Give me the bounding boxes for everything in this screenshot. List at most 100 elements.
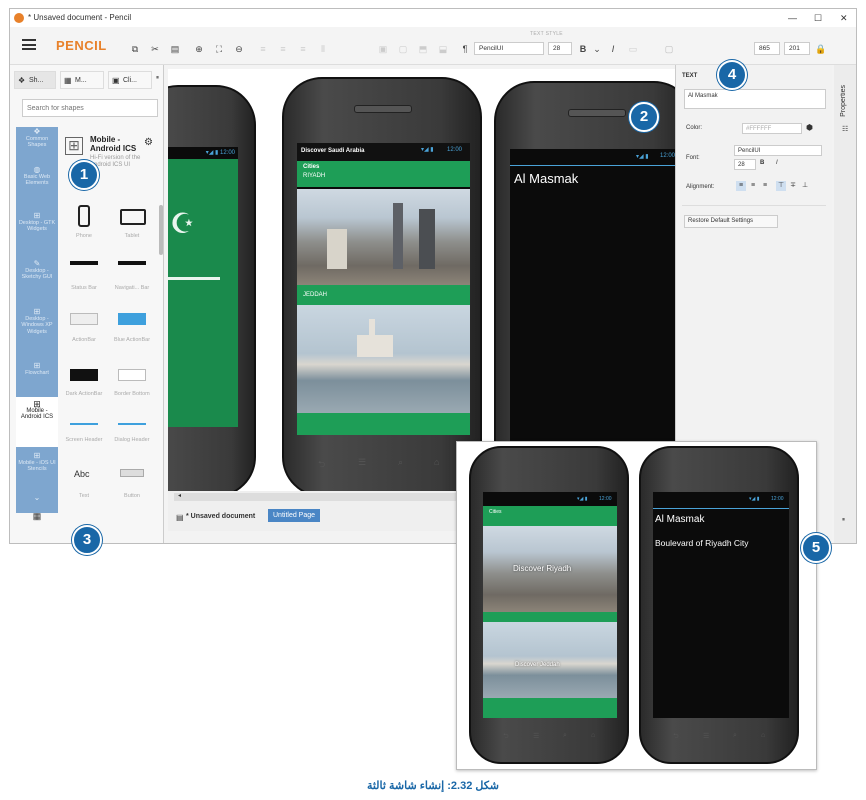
shapes-scrollbar[interactable] — [159, 205, 163, 255]
text-shape-icon[interactable]: Abc — [74, 469, 90, 479]
status-bar-shape-label: Status Bar — [71, 285, 97, 291]
x-input[interactable]: 865 — [754, 42, 780, 55]
category-android-ics[interactable]: ⊞ Mobile - Android ICS — [16, 397, 58, 447]
scroll-down-icon[interactable]: ⌄ — [16, 494, 58, 502]
status-bar-shape-icon[interactable] — [70, 261, 98, 265]
zoom-in-icon[interactable]: ⊕ — [192, 43, 206, 55]
phone-shape-icon[interactable] — [78, 205, 90, 227]
border-icon[interactable]: ▢ — [662, 43, 676, 55]
phone3-text-al-masmak[interactable]: Al Masmak — [514, 171, 578, 186]
screen-header-shape-label: Screen Header — [65, 437, 103, 443]
app-icon — [14, 13, 24, 23]
collapse-icon[interactable]: ⏸ — [842, 517, 845, 524]
category-windows-xp[interactable]: ⊞ Desktop - Windows XP Widgets — [16, 308, 58, 335]
tab-shapes[interactable]: ❖ Sh... — [14, 71, 56, 89]
close-button[interactable]: ✕ — [840, 9, 848, 27]
color-input[interactable]: #FFFFFF — [742, 123, 802, 134]
phone2-speaker — [354, 105, 412, 113]
align-left-icon[interactable]: ≡ — [256, 43, 270, 55]
color-label: Color: — [686, 125, 703, 131]
tablet-shape-icon[interactable] — [120, 209, 146, 225]
color-swatch-icon[interactable]: ▭ — [626, 43, 640, 55]
fit-icon[interactable]: ⛶ — [212, 43, 226, 55]
send-back-icon[interactable]: ⬓ — [436, 43, 450, 55]
hamburger-icon[interactable] — [22, 39, 36, 50]
grid-menu-icon[interactable]: ▦ — [16, 512, 58, 527]
valign-middle-toggle-icon[interactable]: ∓ — [788, 181, 798, 191]
font-size-input-panel[interactable]: 28 — [734, 159, 756, 170]
shapes-panel: ❖ Sh... ▦ M... ▣ Cli... ⏸ ❖Common Shapes… — [10, 65, 164, 543]
align-right-toggle-icon[interactable]: ≡ — [760, 181, 770, 191]
border-bottom-shape-icon[interactable] — [118, 369, 146, 381]
panel-toggle-icon[interactable]: ⏸ — [156, 75, 159, 82]
ungroup-icon[interactable]: ▢ — [396, 43, 410, 55]
blue-actionbar-shape-icon[interactable] — [118, 313, 146, 325]
dialog-header-shape-icon[interactable] — [118, 423, 146, 425]
phone2-city1-label: RIYADH — [303, 173, 326, 179]
nav-bar-shape-icon[interactable] — [118, 261, 146, 265]
zoom-out-icon[interactable]: ⊖ — [232, 43, 246, 55]
valign-top-toggle-icon[interactable]: ⊤ — [776, 181, 786, 191]
text-tool-icon[interactable]: ¶ — [458, 43, 472, 55]
document-icon: ▤ — [176, 513, 184, 522]
shapes-grid: Phone Tablet Status Bar Navigati... Bar … — [64, 203, 158, 533]
italic-toggle-icon[interactable]: I — [776, 160, 778, 166]
align-center-icon[interactable]: ≡ — [276, 43, 290, 55]
distribute-icon[interactable]: ⫴ — [316, 43, 330, 55]
color-picker-icon[interactable]: ⬢ — [806, 123, 813, 132]
dropdown-icon[interactable]: ⌄ — [590, 43, 604, 55]
phone-frame-3[interactable]: ▾◢ ▮ 12:00 Al Masmak — [494, 81, 676, 491]
minimize-button[interactable]: — — [788, 9, 797, 27]
bold-toggle-icon[interactable]: B — [760, 160, 764, 166]
drawing-canvas[interactable]: ☪ ▾◢ ▮ 12:00 Discover Saudi Arabia ▾◢ ▮ … — [168, 69, 676, 491]
font-size-input[interactable]: 28 — [548, 42, 572, 55]
overlay-a-divider-bar — [483, 612, 617, 622]
phone-frame-1[interactable]: ☪ ▾◢ ▮ 12:00 — [168, 85, 256, 491]
phone2-section-label: Cities — [303, 164, 320, 170]
maximize-button[interactable]: ☐ — [814, 9, 822, 27]
button-shape-icon[interactable] — [120, 469, 144, 477]
category-ios[interactable]: ⊞ Mobile - iOS UI Stencils — [16, 452, 58, 473]
category-flowchart[interactable]: ⊞ Flowchart — [16, 362, 58, 376]
y-input[interactable]: 201 — [784, 42, 810, 55]
align-center-toggle-icon[interactable]: ≡ — [748, 181, 758, 191]
phone1-screen: ☪ ▾◢ ▮ 12:00 — [168, 147, 238, 427]
dark-actionbar-shape-icon[interactable] — [70, 369, 98, 381]
category-sketchy[interactable]: ✎ Desktop - Sketchy GUI — [16, 260, 58, 281]
text-value-input[interactable]: Al Masmak — [684, 89, 826, 109]
phone3-signal-icon: ▾◢ ▮ — [636, 154, 649, 160]
category-basic-web[interactable]: ◍ Basic Web Elements — [16, 166, 58, 187]
category-list: ❖ Common Shapes ◍ Basic Web Elements ⊞ Desk… — [16, 127, 58, 527]
bring-front-icon[interactable]: ⬒ — [416, 43, 430, 55]
screen-header-shape-icon[interactable] — [70, 423, 98, 425]
category-common-shapes[interactable]: ❖ Common Shapes — [16, 128, 58, 149]
restore-default-button[interactable]: Restore Default Settings — [684, 215, 778, 228]
category-gtk[interactable]: ⊞ Desktop - GTK Widgets — [16, 212, 58, 233]
bold-icon[interactable]: B — [576, 43, 590, 55]
window-title: * Unsaved document - Pencil — [28, 13, 132, 22]
group-icon[interactable]: ▣ — [376, 43, 390, 55]
lock-icon[interactable]: 🔒 — [814, 43, 828, 55]
paste-icon[interactable]: ▤ — [168, 43, 182, 55]
valign-bottom-toggle-icon[interactable]: ⊥ — [800, 181, 810, 191]
align-left-toggle-icon[interactable]: ≡ — [736, 181, 746, 191]
settings-gear-icon[interactable]: ⚙ — [144, 137, 153, 148]
font-family-select[interactable]: PencilUI — [734, 145, 822, 156]
tab-my-collections[interactable]: ▦ M... — [60, 71, 104, 89]
search-input[interactable] — [22, 99, 158, 117]
tower-shape — [419, 209, 435, 269]
cut-icon[interactable]: ✂ — [148, 43, 162, 55]
riyadh-photo — [297, 189, 470, 285]
actionbar-shape-icon[interactable] — [70, 313, 98, 325]
page-tab[interactable]: Untitled Page — [268, 509, 321, 522]
italic-icon[interactable]: I — [606, 43, 620, 55]
phone-frame-2[interactable]: Discover Saudi Arabia ▾◢ ▮ 12:00 Cities … — [282, 77, 482, 491]
properties-tab[interactable]: Properties — [840, 85, 847, 117]
scroll-left-icon[interactable]: ◂ — [178, 492, 181, 499]
tab-clipart[interactable]: ▣ Cli... — [108, 71, 152, 89]
align-right-icon[interactable]: ≡ — [296, 43, 310, 55]
overlay-b-time: 12:00 — [771, 496, 784, 502]
font-select[interactable]: PencilUI — [474, 42, 544, 55]
document-tab[interactable]: * Unsaved document — [186, 513, 255, 520]
copy-icon[interactable]: ⧉ — [128, 43, 142, 55]
